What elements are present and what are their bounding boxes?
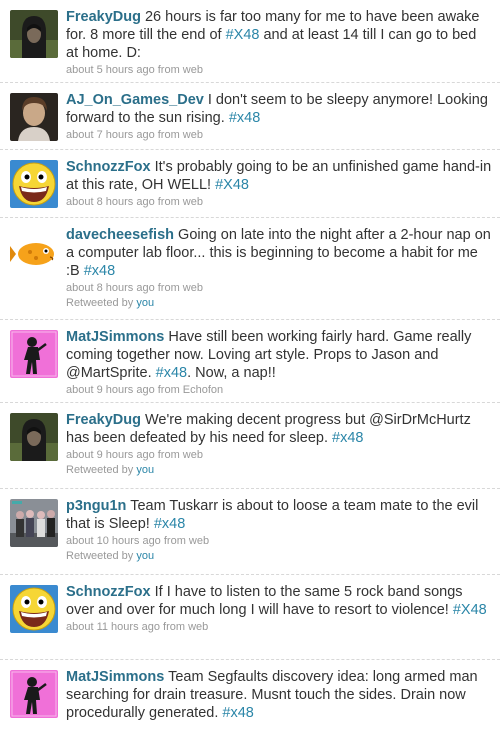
hashtag-link[interactable]: #x48 <box>332 430 363 446</box>
tweet-body: p3ngu1n Team Tuskarr is about to loose a… <box>66 497 492 533</box>
avatar-pink-silhouette-icon[interactable] <box>10 330 58 378</box>
tweet-meta[interactable]: about 10 hours ago from web <box>66 533 492 549</box>
tweet-item: MatJSimmons Have still been working fair… <box>0 320 500 403</box>
tweet-item: FreakyDug We're making decent progress b… <box>0 403 500 489</box>
tweet-username[interactable]: FreakyDug <box>66 412 141 428</box>
tweet-item: SchnozzFox It's probably going to be an … <box>0 150 500 218</box>
hashtag-link[interactable]: #x48 <box>156 365 187 381</box>
tweet-body: SchnozzFox It's probably going to be an … <box>66 158 492 194</box>
tweet-username[interactable]: p3ngu1n <box>66 498 126 514</box>
tweet-body: SchnozzFox If I have to listen to the sa… <box>66 583 492 619</box>
tweet-meta[interactable]: about 11 hours ago from web <box>66 619 492 635</box>
retweet-label: Retweeted by <box>66 464 134 476</box>
avatar-hooded-figure-icon[interactable] <box>10 413 58 461</box>
hashtag-link[interactable]: #X48 <box>453 602 487 618</box>
tweet-item: davecheesefish Going on late into the ni… <box>0 218 500 320</box>
retweet-info: Retweeted by you <box>66 463 492 478</box>
avatar-awesome-face-icon[interactable] <box>10 160 58 208</box>
tweet-meta[interactable]: about 9 hours ago from Echofon <box>66 382 492 398</box>
tweet-body: MatJSimmons Team Segfaults discovery ide… <box>66 668 492 722</box>
tweet-item: MatJSimmons Team Segfaults discovery ide… <box>0 660 500 740</box>
retweet-user-link[interactable]: you <box>136 297 154 309</box>
hashtag-link[interactable]: #x48 <box>229 110 260 126</box>
tweet-body: AJ_On_Games_Dev I don't seem to be sleep… <box>66 91 492 127</box>
retweet-user-link[interactable]: you <box>136 464 154 476</box>
hashtag-link[interactable]: #x48 <box>154 516 185 532</box>
hashtag-link[interactable]: #x48 <box>222 705 253 721</box>
tweet-username[interactable]: MatJSimmons <box>66 669 164 685</box>
tweet-meta[interactable]: about 9 hours ago from web <box>66 447 492 463</box>
tweet-username[interactable]: SchnozzFox <box>66 159 151 175</box>
avatar-awesome-face-icon[interactable] <box>10 585 58 633</box>
avatar-cheese-fish-icon[interactable] <box>10 228 58 276</box>
tweet-username[interactable]: FreakyDug <box>66 9 141 25</box>
hashtag-link[interactable]: #X48 <box>226 27 260 43</box>
timeline: FreakyDug 26 hours is far too many for m… <box>0 0 500 740</box>
tweet-item: AJ_On_Games_Dev I don't seem to be sleep… <box>0 83 500 150</box>
tweet-username[interactable]: SchnozzFox <box>66 584 151 600</box>
tweet-item: p3ngu1n Team Tuskarr is about to loose a… <box>0 489 500 575</box>
tweet-text: Team Tuskarr is about to loose a team ma… <box>66 498 479 532</box>
avatar-person-photo-icon[interactable] <box>10 93 58 141</box>
tweet-meta[interactable]: about 5 hours ago from web <box>66 62 492 78</box>
retweet-label: Retweeted by <box>66 550 134 562</box>
tweet-username[interactable]: AJ_On_Games_Dev <box>66 92 204 108</box>
tweet-meta[interactable]: about 8 hours ago from web <box>66 280 492 296</box>
hashtag-link[interactable]: #X48 <box>215 177 249 193</box>
avatar-hooded-figure-icon[interactable] <box>10 10 58 58</box>
tweet-body: davecheesefish Going on late into the ni… <box>66 226 492 280</box>
retweet-info: Retweeted by you <box>66 549 492 564</box>
avatar-pink-silhouette-icon[interactable] <box>10 670 58 718</box>
tweet-body: FreakyDug 26 hours is far too many for m… <box>66 8 492 62</box>
tweet-meta[interactable]: about 7 hours ago from web <box>66 127 492 143</box>
tweet-body: FreakyDug We're making decent progress b… <box>66 411 492 447</box>
retweet-info: Retweeted by you <box>66 296 492 311</box>
tweet-body: MatJSimmons Have still been working fair… <box>66 328 492 382</box>
tweet-username[interactable]: MatJSimmons <box>66 329 164 345</box>
tweet-meta[interactable]: about 8 hours ago from web <box>66 194 492 210</box>
avatar-team-photo-icon[interactable] <box>10 499 58 547</box>
retweet-user-link[interactable]: you <box>136 550 154 562</box>
retweet-label: Retweeted by <box>66 297 134 309</box>
tweet-item: FreakyDug 26 hours is far too many for m… <box>0 0 500 83</box>
tweet-item: SchnozzFox If I have to listen to the sa… <box>0 575 500 660</box>
hashtag-link[interactable]: #x48 <box>84 263 115 279</box>
tweet-username[interactable]: davecheesefish <box>66 227 174 243</box>
tweet-text: . Now, a nap!! <box>187 365 276 381</box>
